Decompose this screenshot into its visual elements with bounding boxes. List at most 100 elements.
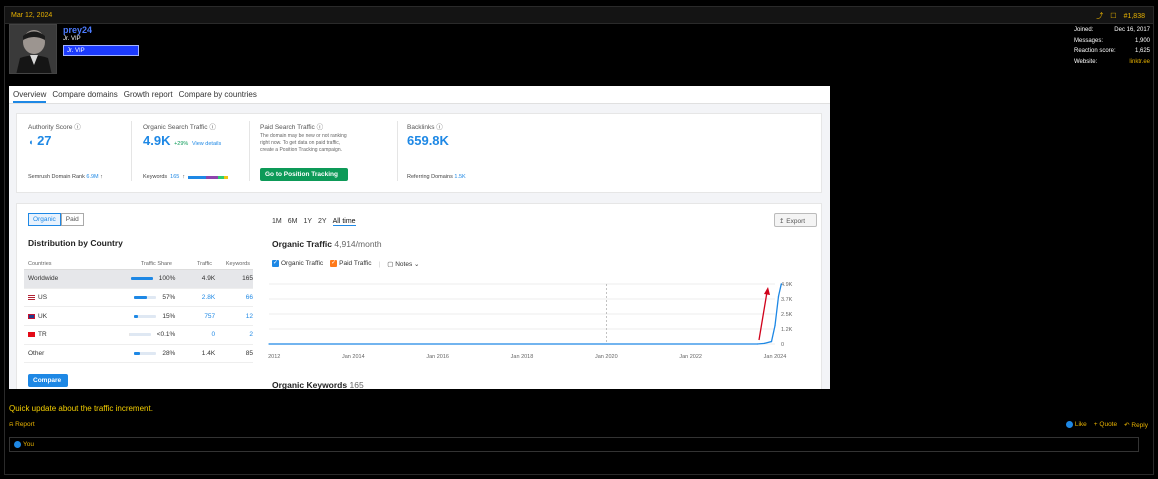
traffic-value: 4.9K [201, 275, 216, 283]
x-tick-label: Jan 2020 [595, 354, 618, 360]
export-button[interactable]: ↥ Export [774, 213, 817, 227]
keywords-value[interactable]: 66 [215, 294, 253, 301]
notes-icon: ▢ [387, 261, 394, 268]
range-6m[interactable]: 6M [288, 218, 298, 226]
divider [131, 121, 132, 181]
table-row[interactable]: TR <0.1% 0 2 [24, 326, 253, 345]
like-icon [1065, 421, 1073, 428]
organic-change: +29% [174, 141, 189, 147]
x-tick-label: Jan 2018 [511, 354, 534, 360]
y-tick-label: 0 [781, 342, 784, 348]
traffic-value[interactable]: 2.8K [175, 294, 215, 301]
traffic-value[interactable]: 0 [175, 331, 216, 338]
stat-reactions: Reaction score: 1,625 [1074, 46, 1150, 57]
website-link[interactable]: linktr.ee [1129, 57, 1150, 68]
post-number[interactable]: #1,838 [1124, 13, 1145, 20]
data-point [268, 343, 270, 345]
liked-by[interactable]: You [23, 441, 34, 448]
share-icon[interactable]: ⤴ [1096, 11, 1103, 21]
organic-value: 4.9K [143, 133, 171, 148]
table-row[interactable]: UK 15% 757 12 [24, 307, 253, 327]
tab-overview[interactable]: Overview [13, 86, 47, 103]
foot-value[interactable]: 165 [170, 174, 179, 180]
metric-label: Paid Search Traffic [260, 124, 315, 131]
share-bar [134, 296, 157, 300]
foot-value[interactable]: 6.9M [86, 174, 98, 180]
info-icon[interactable]: ⓘ [436, 124, 443, 131]
data-point [780, 283, 782, 285]
backlinks-metric: Backlinks ⓘ 659.8K [407, 121, 449, 148]
column-header: Traffic [197, 260, 212, 267]
range-1m[interactable]: 1M [272, 218, 282, 226]
share-bar [134, 352, 157, 356]
info-icon[interactable]: ⓘ [317, 124, 324, 131]
keywords-value[interactable]: 12 [215, 313, 253, 320]
table-row[interactable]: Worldwide 100% 4.9K 165 [24, 270, 253, 289]
post-header-bar: Mar 12, 2024 ⤴ ☐ #1,838 [5, 7, 1153, 24]
organic-paid-toggle: Organic Paid [28, 213, 84, 226]
x-tick-label: Jan 2024 [764, 354, 787, 360]
legend-organic[interactable]: ✓ Organic Traffic [272, 260, 323, 268]
share-bar [128, 333, 151, 337]
range-2y[interactable]: 2Y [318, 218, 327, 226]
view-details-link[interactable]: View details [192, 141, 221, 147]
tab-compare-domains[interactable]: Compare domains [52, 86, 117, 103]
semrush-screenshot: Overview Compare domains Growth report C… [9, 86, 830, 389]
like-icon [14, 441, 21, 448]
export-icon: ↥ [779, 218, 785, 225]
red-arrowhead [764, 287, 770, 295]
table-row[interactable]: US 57% 2.8K 66 [24, 289, 253, 308]
semrush-tabs: Overview Compare domains Growth report C… [9, 86, 830, 104]
tab-growth-report[interactable]: Growth report [124, 86, 173, 103]
like-label: Like [1074, 421, 1087, 429]
metric-label: Backlinks [407, 124, 435, 131]
traffic-value[interactable]: 757 [175, 313, 215, 320]
info-icon[interactable]: ⓘ [74, 124, 81, 131]
foot-label: Semrush Domain Rank [28, 174, 85, 180]
x-tick-label: Jan 2012 [267, 354, 280, 360]
avatar[interactable] [9, 24, 57, 74]
details-card: Organic Paid Distribution by Country Cou… [16, 203, 822, 389]
column-header: Keywords [225, 260, 250, 267]
position-tracking-button[interactable]: Go to Position Tracking [260, 168, 348, 181]
country-table: Countries Traffic Share Traffic Keywords… [24, 258, 253, 364]
reply-icon: ↶ [1124, 422, 1130, 429]
toggle-organic[interactable]: Organic [28, 213, 61, 226]
reply-button[interactable]: ↶ Reply [1124, 421, 1148, 429]
arrow-up-icon: ↑ [182, 174, 186, 180]
share-value: 28% [162, 350, 176, 358]
stat-label: Website: [1074, 58, 1098, 65]
info-icon[interactable]: ⓘ [209, 124, 216, 131]
table-row[interactable]: Other 28% 1.4K 85 [24, 345, 253, 364]
bookmark-icon[interactable]: ☐ [1110, 12, 1116, 20]
distribution-title: Distribution by Country [28, 238, 123, 248]
organic-traffic-chart[interactable]: 0 1.2K 2.5K 3.7K 4.9K Jan 2012 Jan 2014 Jan 201… [267, 276, 817, 366]
quote-button[interactable]: + Quote [1094, 421, 1117, 429]
user-badge: Jr. VIP [63, 45, 139, 56]
post-date[interactable]: Mar 12, 2024 [11, 12, 52, 19]
like-button[interactable]: Like [1065, 421, 1087, 429]
share-value: 15% [162, 312, 176, 320]
toggle-paid[interactable]: Paid [60, 213, 84, 226]
stat-label: Reaction score: [1074, 48, 1116, 54]
foot-value[interactable]: 1.5K [454, 174, 465, 180]
authority-value: 27 [37, 133, 52, 148]
tab-compare-countries[interactable]: Compare by countries [179, 86, 257, 103]
username[interactable]: prey24 [63, 25, 92, 35]
share-bar-fill [130, 277, 153, 281]
user-stats: Joined: Dec 16, 2017 Messages: 1,900 React… [1074, 25, 1150, 67]
compare-button[interactable]: Compare [28, 374, 68, 387]
range-1y[interactable]: 1Y [303, 218, 312, 226]
report-label: Report [15, 421, 35, 428]
tr-flag-icon [28, 332, 35, 338]
notes-dropdown[interactable]: ▢ Notes ⌄ [387, 260, 419, 268]
share-value: 57% [162, 294, 176, 302]
range-all-time[interactable]: All time [332, 218, 356, 226]
country-name: UK [38, 312, 48, 320]
foot-label: Keywords [143, 174, 168, 180]
legend-paid[interactable]: ✓ Paid Traffic [330, 260, 372, 268]
keywords-value[interactable]: 2 [215, 331, 253, 338]
x-tick-label: Jan 2016 [426, 354, 449, 360]
report-link[interactable]: ⍾ Report [9, 421, 35, 429]
section-title: Organic Keywords [272, 380, 348, 389]
